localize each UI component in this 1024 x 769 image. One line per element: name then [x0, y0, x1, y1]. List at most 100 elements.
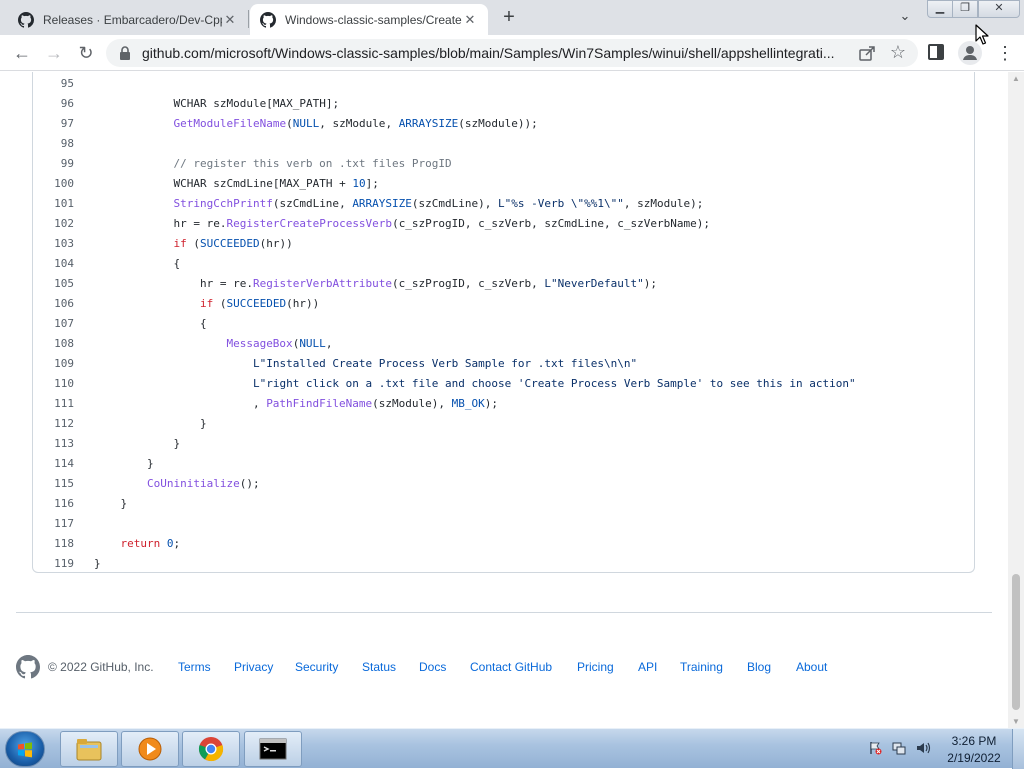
close-window-button[interactable]: ✕	[978, 0, 1020, 18]
taskbar-clock-date[interactable]: 2/19/2022	[944, 751, 1004, 765]
scroll-up-arrow-icon[interactable]: ▲	[1012, 74, 1020, 83]
forward-arrow-icon[interactable]: →	[42, 41, 66, 65]
chrome-icon	[198, 737, 224, 762]
line-number[interactable]: 99	[33, 154, 74, 174]
code-line: 95	[33, 74, 973, 94]
line-number[interactable]: 98	[33, 134, 74, 154]
line-number[interactable]: 106	[33, 294, 74, 314]
taskbar-explorer-button[interactable]	[60, 731, 118, 767]
footer-link-pricing[interactable]: Pricing	[577, 659, 614, 675]
volume-icon[interactable]	[916, 741, 932, 755]
footer-link-api[interactable]: API	[638, 659, 657, 675]
line-number[interactable]: 104	[33, 254, 74, 274]
github-logo-icon[interactable]	[16, 655, 40, 679]
close-icon[interactable]: ✕	[462, 12, 478, 28]
action-center-flag-icon[interactable]	[868, 741, 882, 755]
code-text: {	[94, 317, 207, 330]
line-number[interactable]: 103	[33, 234, 74, 254]
code-line: 99 // register this verb on .txt files P…	[33, 154, 973, 174]
code-line: 113 }	[33, 434, 973, 454]
taskbar-chrome-button[interactable]	[182, 731, 240, 767]
taskbar-clock-time[interactable]: 3:26 PM	[944, 734, 1004, 748]
line-number[interactable]: 112	[33, 414, 74, 434]
close-icon[interactable]: ✕	[222, 12, 238, 28]
restore-button[interactable]: ❐	[952, 0, 978, 18]
line-number[interactable]: 109	[33, 354, 74, 374]
code-line: 103 if (SUCCEEDED(hr))	[33, 234, 973, 254]
lock-icon[interactable]	[118, 45, 132, 61]
github-icon	[18, 11, 34, 28]
footer-link-blog[interactable]: Blog	[747, 659, 771, 675]
code-text: StringCchPrintf(szCmdLine, ARRAYSIZE(szC…	[173, 197, 704, 210]
code-line: 101 StringCchPrintf(szCmdLine, ARRAYSIZE…	[33, 194, 973, 214]
line-number[interactable]: 117	[33, 514, 74, 534]
line-number[interactable]: 113	[33, 434, 74, 454]
line-number[interactable]: 107	[33, 314, 74, 334]
code-text: }	[94, 417, 207, 430]
back-arrow-icon[interactable]: ←	[10, 41, 34, 65]
line-number[interactable]: 110	[33, 374, 74, 394]
share-icon[interactable]	[858, 44, 876, 62]
media-player-icon	[138, 737, 162, 761]
code-line: 109 L"Installed Create Process Verb Samp…	[33, 354, 973, 374]
line-number[interactable]: 115	[33, 474, 74, 494]
more-menu-icon[interactable]: ⋮	[996, 41, 1014, 65]
page-content: 95 96 WCHAR szModule[MAX_PATH]; 97 GetModu…	[0, 72, 1008, 728]
minimize-button[interactable]: ▁	[927, 0, 953, 18]
line-number[interactable]: 101	[33, 194, 74, 214]
reload-icon[interactable]: ↻	[74, 41, 98, 65]
tab-windows-classic-samples[interactable]: Windows-classic-samples/Create ✕	[250, 4, 488, 35]
code-text: return 0;	[120, 537, 181, 550]
footer-link-contact[interactable]: Contact GitHub	[470, 659, 552, 675]
side-panel-icon[interactable]	[928, 44, 944, 60]
line-number[interactable]: 100	[33, 174, 74, 194]
bookmark-star-icon[interactable]: ☆	[888, 42, 908, 62]
tab-releases[interactable]: Releases · Embarcadero/Dev-Cpp ✕	[8, 4, 248, 35]
code-line: 97 GetModuleFileName(NULL, szModule, ARR…	[33, 114, 973, 134]
code-text: }	[94, 457, 154, 470]
footer-link-security[interactable]: Security	[295, 659, 338, 675]
code-text: WCHAR szCmdLine[MAX_PATH + 10];	[173, 177, 379, 190]
line-number[interactable]: 111	[33, 394, 74, 414]
taskbar-cmd-button[interactable]	[244, 731, 302, 767]
line-number[interactable]: 118	[33, 534, 74, 554]
line-number[interactable]: 95	[33, 74, 74, 94]
footer-link-status[interactable]: Status	[362, 659, 396, 675]
footer-link-terms[interactable]: Terms	[178, 659, 211, 675]
line-number[interactable]: 108	[33, 334, 74, 354]
tab-title: Releases · Embarcadero/Dev-Cpp	[43, 12, 222, 27]
taskbar-media-player-button[interactable]	[121, 731, 179, 767]
line-number[interactable]: 105	[33, 274, 74, 294]
footer-link-docs[interactable]: Docs	[419, 659, 446, 675]
code-line: 110 L"right click on a .txt file and cho…	[33, 374, 973, 394]
new-tab-button[interactable]: +	[499, 6, 519, 28]
code-text: }	[94, 437, 181, 450]
footer-link-privacy[interactable]: Privacy	[234, 659, 273, 675]
code-text: , PathFindFileName(szModule), MB_OK);	[94, 397, 499, 410]
line-number[interactable]: 102	[33, 214, 74, 234]
code-text: }	[94, 557, 101, 570]
code-text: GetModuleFileName(NULL, szModule, ARRAYS…	[173, 117, 538, 130]
address-bar[interactable]: github.com/microsoft/Windows-classic-sam…	[106, 39, 918, 67]
network-icon[interactable]	[892, 741, 906, 755]
footer-link-training[interactable]: Training	[680, 659, 723, 675]
chevron-down-icon[interactable]: ⌄	[896, 8, 914, 26]
scroll-down-arrow-icon[interactable]: ▼	[1012, 717, 1020, 726]
page-scrollbar[interactable]: ▲ ▼	[1008, 72, 1024, 728]
browser-toolbar: ← → ↻ github.com/microsoft/Windows-class…	[0, 35, 1024, 71]
show-desktop-button[interactable]	[1012, 729, 1024, 769]
code-text: if (SUCCEEDED(hr))	[199, 297, 320, 310]
footer-link-about[interactable]: About	[796, 659, 827, 675]
line-number[interactable]: 119	[33, 554, 74, 574]
line-number[interactable]: 96	[33, 94, 74, 114]
code-line: 105 hr = re.RegisterVerbAttribute(c_szPr…	[33, 274, 973, 294]
start-button[interactable]	[5, 731, 45, 767]
code-viewer: 95 96 WCHAR szModule[MAX_PATH]; 97 GetModu…	[32, 72, 975, 573]
url-text[interactable]: github.com/microsoft/Windows-classic-sam…	[142, 45, 854, 61]
code-line: 115 CoUninitialize();	[33, 474, 973, 494]
line-number[interactable]: 116	[33, 494, 74, 514]
line-number[interactable]: 97	[33, 114, 74, 134]
code-line: 100 WCHAR szCmdLine[MAX_PATH + 10];	[33, 174, 973, 194]
line-number[interactable]: 114	[33, 454, 74, 474]
scrollbar-thumb[interactable]	[1012, 574, 1020, 710]
